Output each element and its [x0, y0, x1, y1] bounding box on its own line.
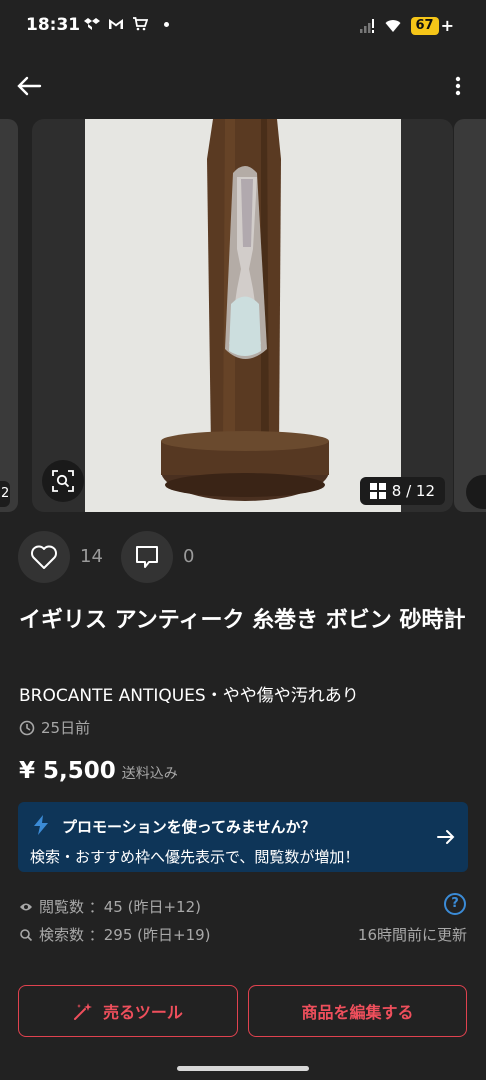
magic-wand-icon — [74, 1003, 93, 1020]
battery-icon: 67 — [410, 16, 439, 35]
product-photo[interactable] — [85, 119, 401, 512]
previous-image-card[interactable]: 2 — [0, 119, 18, 512]
sell-tools-label: 売るツール — [103, 1003, 183, 1022]
edit-item-label: 商品を編集する — [301, 1003, 414, 1022]
edit-item-button[interactable]: 商品を編集する — [248, 985, 467, 1037]
comment-icon — [136, 546, 158, 568]
shipping-included: 送料込み — [121, 766, 178, 782]
lightning-bolt-icon — [34, 815, 48, 835]
image-gallery[interactable]: 2 8 / 12 — [0, 119, 486, 512]
shopping-cart-icon — [133, 17, 148, 31]
system-status: 67 + — [359, 16, 454, 35]
gmail-icon — [109, 19, 123, 29]
zoom-button[interactable] — [42, 460, 84, 502]
hourglass-bobbin-image — [85, 119, 401, 512]
more-vert-icon[interactable] — [450, 74, 466, 98]
item-title: イギリス アンティーク 糸巻き ボビン 砂時計 — [19, 608, 466, 633]
grid-icon — [369, 483, 386, 499]
search-stats-text: 検索数 ：295 (昨日+19) — [39, 926, 211, 944]
image-counter-text: 8 / 12 — [391, 482, 435, 500]
promotion-title: プロモーションを使ってみませんか？ — [62, 818, 316, 836]
status-bar: 18:31 67 + — [0, 0, 486, 54]
posted-time: 25日前 — [19, 717, 90, 738]
notification-dot-icon — [164, 21, 169, 27]
signal-icon — [359, 18, 374, 33]
search-stats: 検索数 ：295 (昨日+19) — [19, 924, 211, 945]
home-indicator[interactable] — [177, 1066, 309, 1071]
like-button[interactable] — [18, 531, 70, 583]
arrow-right-icon — [437, 830, 455, 844]
charging-plus-icon: + — [440, 16, 454, 35]
previous-image-counter: 2 — [0, 481, 10, 507]
comment-button[interactable] — [121, 531, 173, 583]
comment-count: 0 — [183, 546, 195, 567]
price: ¥ 5,500 — [19, 758, 116, 784]
next-image-card[interactable] — [454, 119, 486, 512]
promotion-description: 検索・おすすめ枠へ優先表示で、閲覧数が増加！ — [30, 848, 360, 866]
updated-time: 16時間前に更新 — [357, 926, 467, 944]
heart-icon — [31, 545, 57, 569]
view-stats: 閲覧数 ：45 (昨日+12) — [19, 896, 201, 917]
search-icon — [20, 928, 33, 941]
posted-time-text: 25日前 — [41, 719, 91, 737]
item-subtitle: BROCANTE ANTIQUES・やや傷や汚れあり — [19, 686, 359, 706]
like-count: 14 — [80, 546, 103, 567]
help-icon[interactable]: ? — [444, 893, 466, 915]
back-arrow-icon[interactable] — [16, 74, 42, 98]
app-bar — [0, 62, 486, 110]
next-image-counter — [466, 475, 486, 509]
dropbox-icon — [84, 18, 100, 30]
image-counter[interactable]: 8 / 12 — [359, 477, 445, 505]
zoom-search-icon — [52, 470, 74, 492]
promotion-banner[interactable]: プロモーションを使ってみませんか？ 検索・おすすめ枠へ優先表示で、閲覧数が増加！ — [18, 802, 468, 872]
wifi-icon — [385, 19, 400, 32]
eye-icon — [20, 903, 32, 910]
status-time: 18:31 — [26, 15, 81, 35]
notification-icons — [84, 16, 169, 32]
main-image-card[interactable]: 8 / 12 — [32, 119, 453, 512]
clock-icon — [19, 720, 35, 735]
reactions-row: 14 0 — [18, 531, 478, 583]
price-row: ¥ 5,500 送料込み — [19, 758, 178, 784]
view-stats-text: 閲覧数 ：45 (昨日+12) — [39, 898, 201, 916]
sell-tools-button[interactable]: 売るツール — [18, 985, 238, 1037]
